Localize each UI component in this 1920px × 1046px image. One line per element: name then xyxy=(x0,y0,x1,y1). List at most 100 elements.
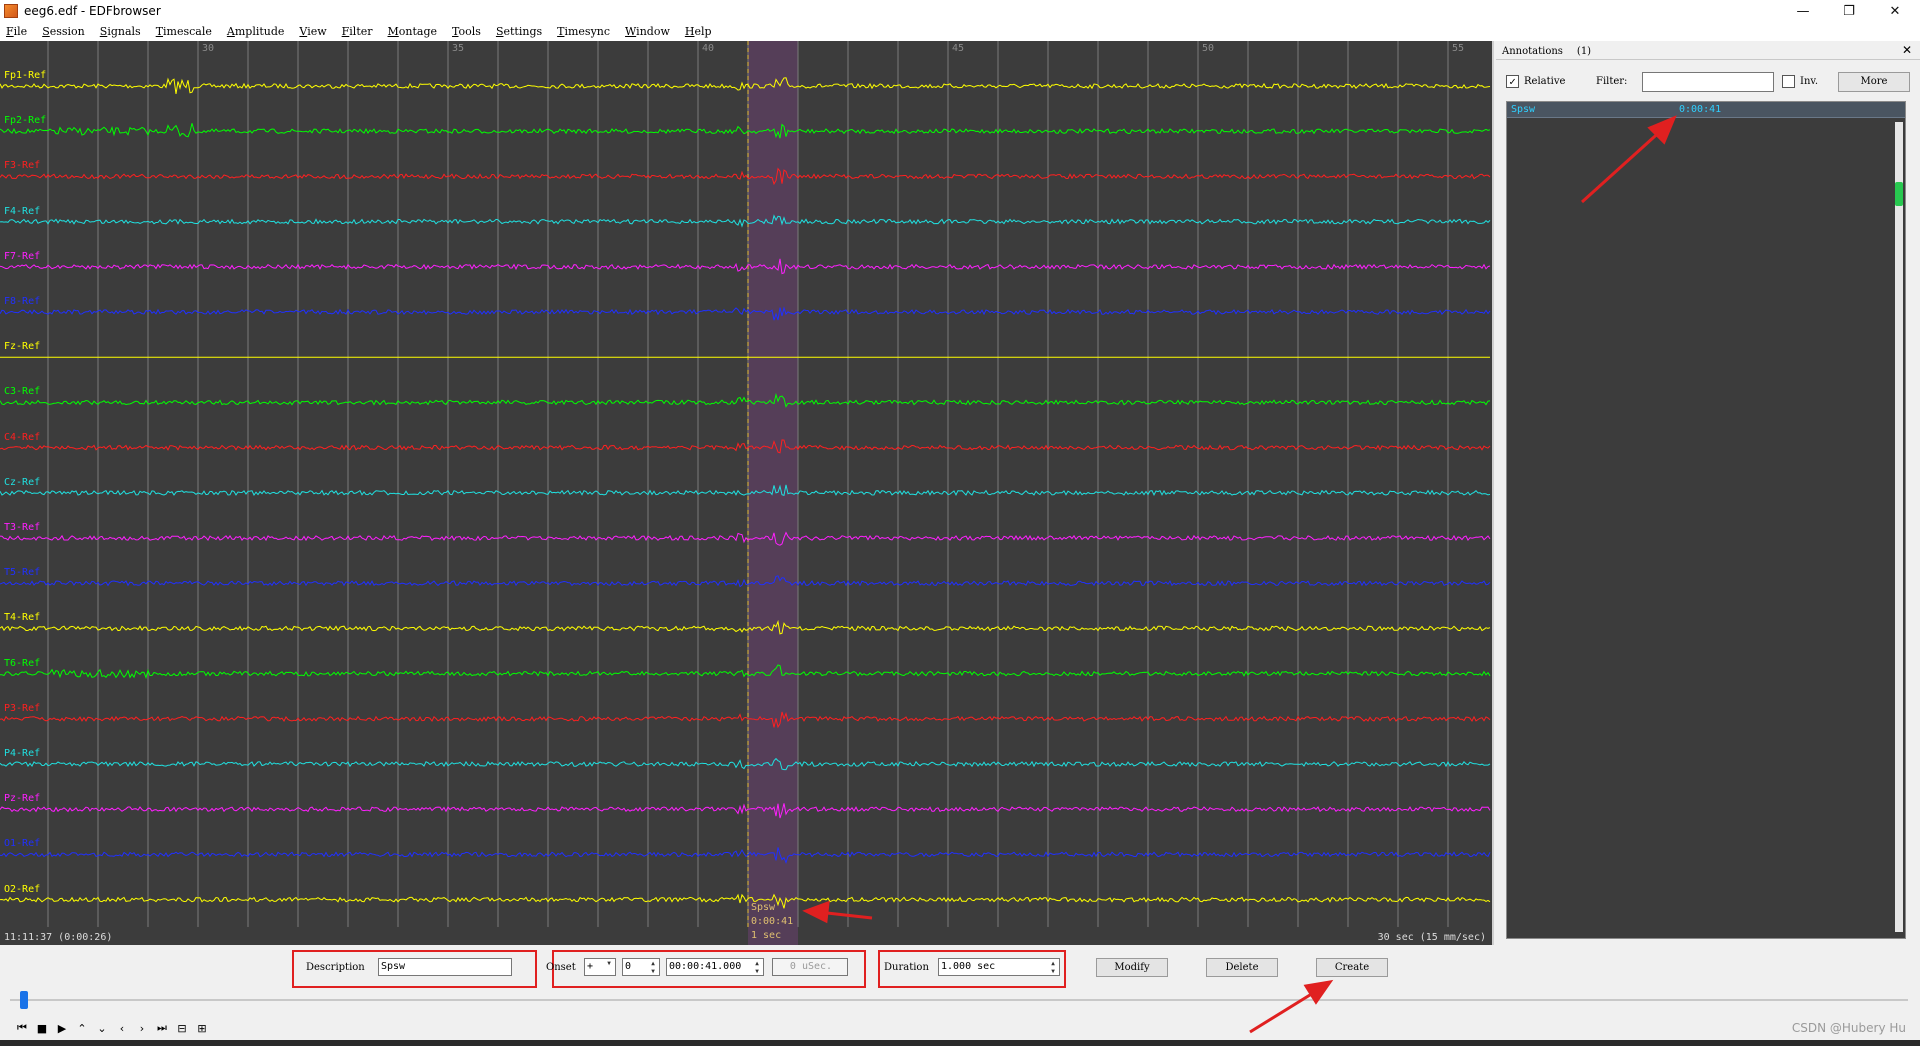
zoom-out-icon[interactable]: ⊟ xyxy=(172,1020,192,1036)
seconds-tick: 45 xyxy=(952,43,965,54)
menu-timesync[interactable]: Timesync xyxy=(557,25,610,38)
eeg-trace xyxy=(0,306,1491,321)
modify-button[interactable]: Modify xyxy=(1096,958,1168,977)
menu-montage[interactable]: Montage xyxy=(388,25,438,38)
seconds-tick: 30 xyxy=(202,43,215,54)
annotations-list[interactable]: Spsw 0:00:41 xyxy=(1506,101,1906,939)
channel-label[interactable]: T6-Ref xyxy=(4,658,40,669)
eeg-trace xyxy=(0,123,1491,139)
channel-label[interactable]: O2-Ref xyxy=(4,884,40,895)
annotation-row[interactable]: Spsw 0:00:41 xyxy=(1507,102,1905,118)
eeg-trace xyxy=(0,847,1491,864)
eeg-trace xyxy=(0,803,1491,819)
eeg-trace xyxy=(0,167,1491,186)
eeg-trace xyxy=(0,619,1491,635)
duration-spinbox[interactable]: 1.000 sec ▲ ▼ xyxy=(938,958,1060,976)
eeg-trace xyxy=(0,214,1491,228)
eeg-trace xyxy=(0,77,1491,94)
description-label: Description xyxy=(306,962,365,973)
time-slider-handle[interactable] xyxy=(20,991,28,1009)
annotations-close-icon[interactable]: ✕ xyxy=(1902,43,1912,57)
annotation-editor: Description Spsw Onset + ▼ 0 ▲ ▼ 00:00:41… xyxy=(0,945,1920,989)
annotation-marker-time: 0:00:41 xyxy=(751,916,794,927)
app-icon xyxy=(4,4,18,18)
channel-label[interactable]: P3-Ref xyxy=(4,703,40,714)
channel-label[interactable]: T4-Ref xyxy=(4,612,40,623)
arrow-to-create-button xyxy=(1249,988,1319,1034)
channel-label[interactable]: Pz-Ref xyxy=(4,793,40,804)
seconds-tick: 35 xyxy=(452,43,465,54)
description-input[interactable]: Spsw xyxy=(378,958,512,976)
inv-checkbox[interactable] xyxy=(1782,75,1795,88)
menu-settings[interactable]: Settings xyxy=(496,25,542,38)
channel-label[interactable]: P4-Ref xyxy=(4,748,40,759)
eeg-trace xyxy=(0,664,1491,680)
spin-arrows-icon: ▲ ▼ xyxy=(651,960,655,975)
filter-input[interactable] xyxy=(1642,72,1774,92)
channel-label[interactable]: F7-Ref xyxy=(4,251,40,262)
annotations-count: (1) xyxy=(1576,45,1592,57)
menu-session[interactable]: Session xyxy=(42,25,85,38)
channel-label[interactable]: F3-Ref xyxy=(4,160,40,171)
eeg-trace xyxy=(0,893,1491,909)
onset-sign-select[interactable]: + ▼ xyxy=(584,958,616,976)
more-button[interactable]: More xyxy=(1838,72,1910,92)
spin-arrows-icon: ▲ ▼ xyxy=(1051,960,1055,975)
seconds-tick: 40 xyxy=(702,43,715,54)
annotations-scroll-thumb[interactable] xyxy=(1895,182,1903,206)
channel-label[interactable]: T3-Ref xyxy=(4,522,40,533)
menu-timescale[interactable]: Timescale xyxy=(156,25,212,38)
channel-label[interactable]: C3-Ref xyxy=(4,386,40,397)
onset-sign-value: + xyxy=(587,961,594,972)
channel-label[interactable]: O1-Ref xyxy=(4,838,40,849)
maximize-button[interactable]: ❐ xyxy=(1826,0,1872,22)
stop-icon[interactable]: ■ xyxy=(32,1020,52,1036)
delete-button[interactable]: Delete xyxy=(1206,958,1278,977)
annotations-scrollbar[interactable] xyxy=(1895,122,1903,932)
skip-end-icon[interactable]: ⏭ xyxy=(152,1020,172,1036)
play-icon[interactable]: ▶ xyxy=(52,1020,72,1036)
annotations-header: Annotations (1) ✕ xyxy=(1496,43,1920,60)
menu-filter[interactable]: Filter xyxy=(342,25,373,38)
channel-label[interactable]: C4-Ref xyxy=(4,432,40,443)
step-back-icon[interactable]: ‹ xyxy=(112,1020,132,1036)
skip-start-icon[interactable]: ⏮ xyxy=(12,1020,32,1036)
annotation-description: Spsw xyxy=(1511,104,1536,115)
menu-window[interactable]: Window xyxy=(625,25,670,38)
onset-days-spinbox[interactable]: 0 ▲ ▼ xyxy=(622,958,660,976)
playback-controls: ⏮ ■ ▶ ⌃ ⌄ ‹ › ⏭ ⊟ ⊞ xyxy=(12,1020,212,1036)
annotation-marker[interactable]: Spsw 0:00:41 1 sec xyxy=(751,901,793,943)
spin-arrows-icon: ▲ ▼ xyxy=(755,960,759,975)
chevron-down-icon: ▼ xyxy=(607,960,611,967)
channel-label[interactable]: Fp1-Ref xyxy=(4,70,46,81)
menu-tools[interactable]: Tools xyxy=(452,25,481,38)
page-down-icon[interactable]: ⌄ xyxy=(92,1020,112,1036)
close-window-button[interactable]: ✕ xyxy=(1872,0,1918,22)
minimize-button[interactable]: — xyxy=(1780,0,1826,22)
menu-view[interactable]: View xyxy=(299,25,326,38)
create-button[interactable]: Create xyxy=(1316,958,1388,977)
relative-checkbox[interactable]: ✓ xyxy=(1506,75,1519,88)
menu-amplitude[interactable]: Amplitude xyxy=(227,25,285,38)
page-up-icon[interactable]: ⌃ xyxy=(72,1020,92,1036)
onset-days-value: 0 xyxy=(625,961,632,972)
step-forward-icon[interactable]: › xyxy=(132,1020,152,1036)
channel-label[interactable]: T5-Ref xyxy=(4,567,40,578)
channel-label[interactable]: F4-Ref xyxy=(4,206,40,217)
channel-label[interactable]: Fz-Ref xyxy=(4,341,40,352)
channel-label[interactable]: Cz-Ref xyxy=(4,477,40,488)
onset-usec-spinbox[interactable]: 0 uSec. xyxy=(772,958,848,976)
signal-view[interactable]: 30 35 40 45 50 55 Fp1-Ref Fp2-Ref F3-Ref F4-Ref F… xyxy=(0,41,1494,945)
time-slider-track[interactable] xyxy=(10,999,1908,1001)
onset-time-value: 00:00:41.000 xyxy=(669,961,742,972)
eeg-trace xyxy=(0,439,1491,454)
channel-label[interactable]: F8-Ref xyxy=(4,296,40,307)
menu-file[interactable]: File xyxy=(6,25,27,38)
zoom-in-icon[interactable]: ⊞ xyxy=(192,1020,212,1036)
menu-help[interactable]: Help xyxy=(685,25,712,38)
annotations-title: Annotations xyxy=(1502,45,1563,57)
onset-time-spinbox[interactable]: 00:00:41.000 ▲ ▼ xyxy=(666,958,764,976)
channel-label[interactable]: Fp2-Ref xyxy=(4,115,46,126)
onset-usec-value: 0 uSec. xyxy=(789,961,833,972)
menu-signals[interactable]: Signals xyxy=(100,25,141,38)
